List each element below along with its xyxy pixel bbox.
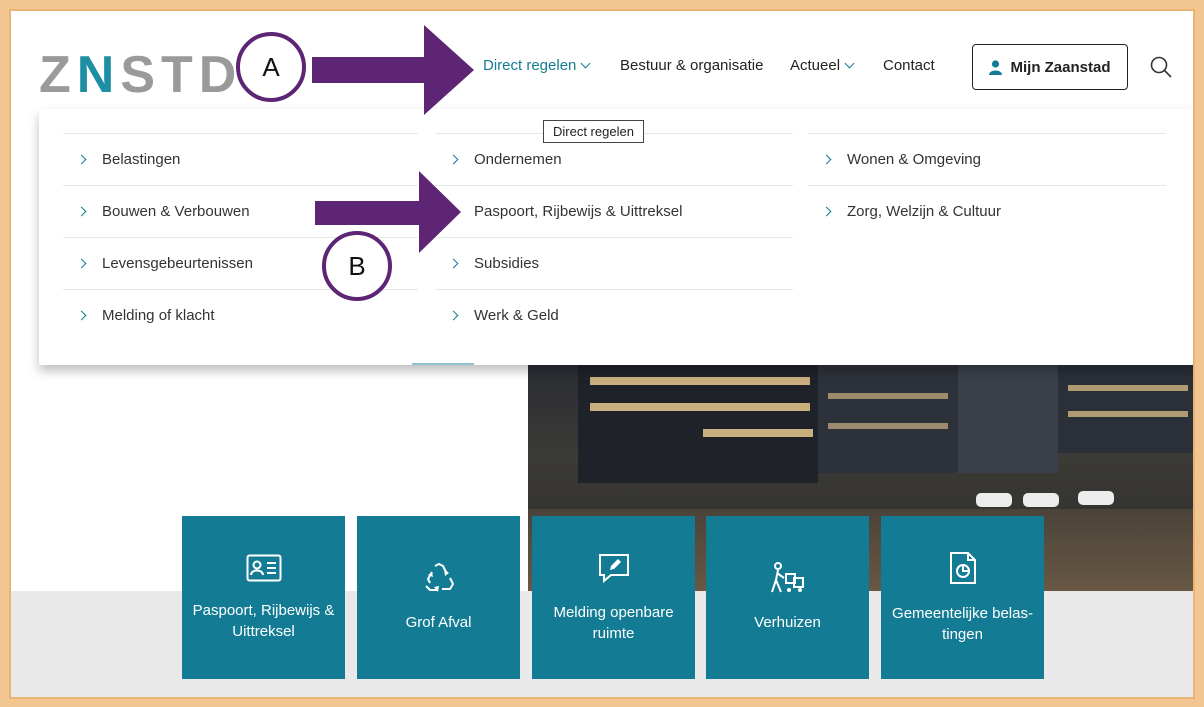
annotation-label-b: B xyxy=(322,231,392,301)
menu-item-subsidies[interactable]: Subsidies xyxy=(435,237,793,289)
chevron-right-icon xyxy=(821,206,832,217)
id-card-icon xyxy=(246,554,281,581)
recycle-icon xyxy=(424,562,454,592)
chevron-right-icon xyxy=(76,310,87,321)
user-icon xyxy=(989,59,1003,75)
tile-gemeentelijke-belastingen[interactable]: Gemeentelijke belas-tingen xyxy=(881,516,1044,679)
tile-paspoort[interactable]: Paspoort, Rijbewijs & Uittreksel xyxy=(182,516,345,679)
annotation-label-a: A xyxy=(236,32,306,102)
menu-item-zorg-welzijn-cultuur[interactable]: Zorg, Welzijn & Cultuur xyxy=(808,185,1166,237)
tax-document-icon xyxy=(949,551,976,584)
chevron-right-icon xyxy=(448,310,459,321)
tile-verhuizen[interactable]: Verhuizen xyxy=(706,516,869,679)
chevron-right-icon xyxy=(821,154,832,165)
site-logo[interactable]: ZNSTD xyxy=(39,45,242,105)
tile-grof-afval[interactable]: Grof Afval xyxy=(357,516,520,679)
chevron-down-icon xyxy=(844,58,855,69)
mijn-zaanstad-button[interactable]: Mijn Zaanstad xyxy=(972,44,1128,90)
chevron-right-icon xyxy=(448,154,459,165)
chevron-down-icon xyxy=(580,58,591,69)
page-frame: ZNSTD Direct regelen Bestuur & organisat… xyxy=(9,9,1195,699)
menu-item-werk-geld[interactable]: Werk & Geld xyxy=(435,289,793,341)
annotation-arrow-a xyxy=(312,25,474,115)
chevron-right-icon xyxy=(76,154,87,165)
chevron-right-icon xyxy=(448,258,459,269)
search-icon[interactable] xyxy=(1149,55,1173,79)
dropdown-column-3: Wonen & Omgeving Zorg, Welzijn & Cultuur xyxy=(808,133,1166,237)
nav-bestuur-organisatie[interactable]: Bestuur & organisatie xyxy=(620,57,763,74)
nav-actueel[interactable]: Actueel xyxy=(790,57,855,74)
direct-regelen-dropdown: Belastingen Bouwen & Verbouwen Levensgeb… xyxy=(39,109,1193,365)
nav-direct-regelen[interactable]: Direct regelen xyxy=(483,57,591,74)
menu-item-wonen-omgeving[interactable]: Wonen & Omgeving xyxy=(808,133,1166,185)
dropdown-accent-line xyxy=(412,363,474,365)
moving-person-icon xyxy=(770,562,804,593)
tile-melding-openbare-ruimte[interactable]: Melding openbare ruimte xyxy=(532,516,695,679)
report-speech-icon xyxy=(598,553,629,583)
chevron-right-icon xyxy=(76,258,87,269)
tooltip-direct-regelen: Direct regelen xyxy=(543,120,644,143)
menu-item-paspoort-rijbewijs-uittreksel[interactable]: Paspoort, Rijbewijs & Uittreksel xyxy=(435,185,793,237)
chevron-right-icon xyxy=(76,206,87,217)
nav-contact[interactable]: Contact xyxy=(883,57,935,74)
dropdown-column-2: Ondernemen Paspoort, Rijbewijs & Uittrek… xyxy=(435,133,793,341)
